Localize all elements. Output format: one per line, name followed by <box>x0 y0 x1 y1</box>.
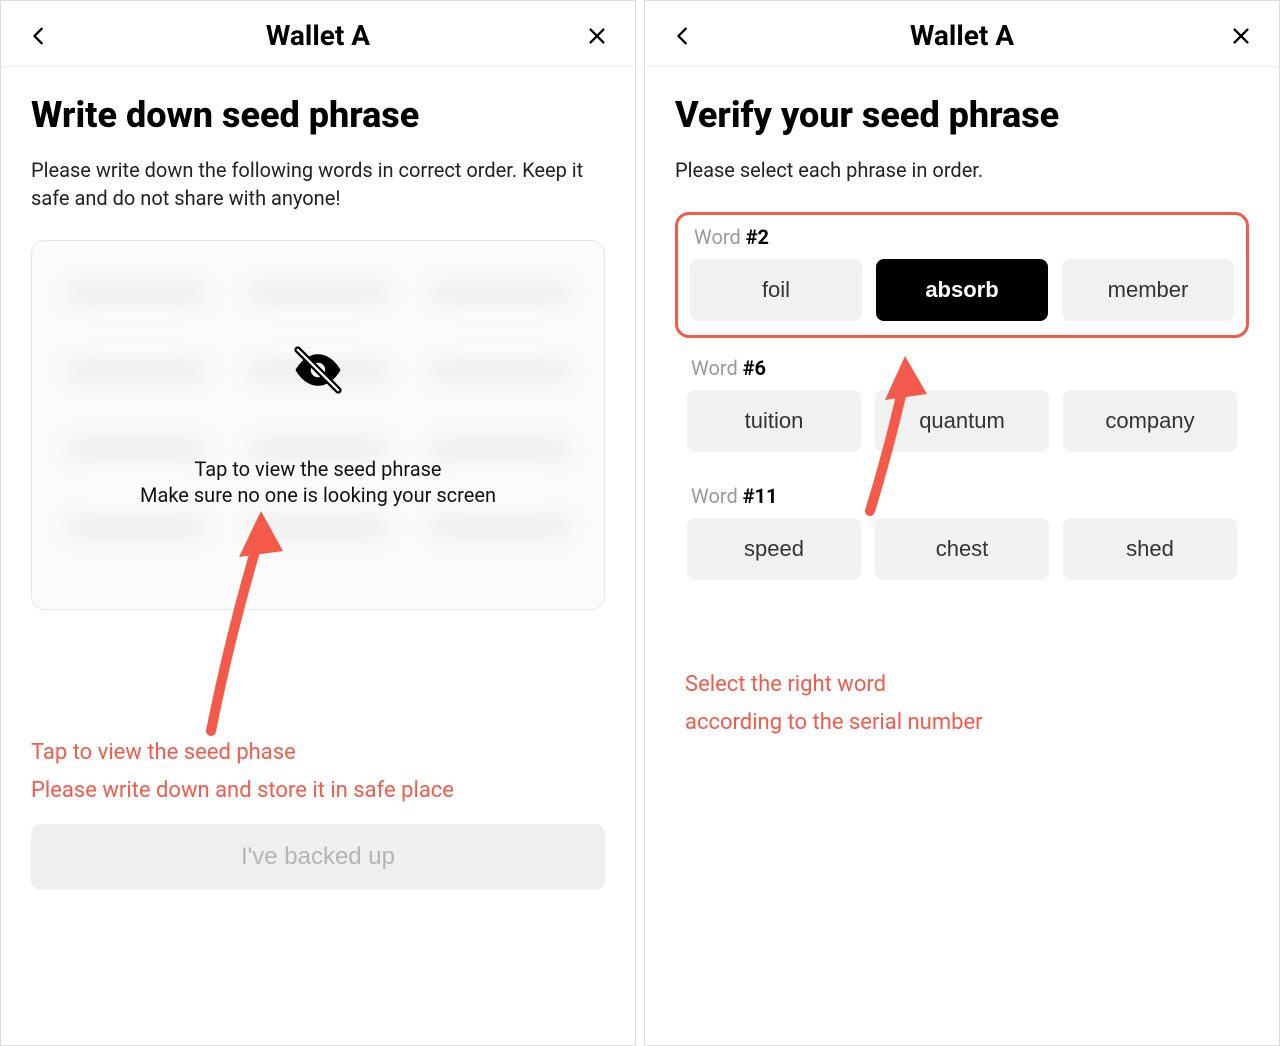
options-row: tuitionquantumcompany <box>687 390 1237 452</box>
screen-write-seed: Wallet A Write down seed phrase Please w… <box>0 0 636 1046</box>
word-label: Word #11 <box>687 484 1237 508</box>
annotation-line2: according to the serial number <box>685 708 1249 738</box>
option-chest[interactable]: chest <box>875 518 1049 580</box>
content: Verify your seed phrase Please select ea… <box>645 67 1279 1045</box>
annotation-block: Select the right word according to the s… <box>675 662 1249 737</box>
content: Write down seed phrase Please write down… <box>1 67 635 1045</box>
word-prefix: Word <box>691 484 743 508</box>
close-icon <box>586 25 608 47</box>
options-row: foilabsorbmember <box>690 259 1234 321</box>
annotation-block: Tap to view the seed phase Please write … <box>31 730 605 805</box>
annotation-line1: Tap to view the seed phase <box>31 738 605 768</box>
close-button[interactable] <box>1227 22 1255 50</box>
header-title: Wallet A <box>266 19 370 52</box>
option-tuition[interactable]: tuition <box>687 390 861 452</box>
word-block-11: Word #11 speedchestshed <box>675 474 1249 594</box>
chevron-left-icon <box>28 25 50 47</box>
annotation-line1: Select the right word <box>685 670 1249 700</box>
header: Wallet A <box>645 1 1279 67</box>
overlay-line1: Tap to view the seed phrase <box>194 457 441 481</box>
option-speed[interactable]: speed <box>687 518 861 580</box>
page-title: Write down seed phrase <box>31 95 605 136</box>
close-button[interactable] <box>583 22 611 50</box>
seed-phrase-card[interactable]: Tap to view the seed phrase Make sure no… <box>31 240 605 610</box>
chevron-left-icon <box>672 25 694 47</box>
annotation-line2: Please write down and store it in safe p… <box>31 776 605 806</box>
word-number: #6 <box>743 356 766 380</box>
screen-verify-seed: Wallet A Verify your seed phrase Please … <box>644 0 1280 1046</box>
backed-up-button[interactable]: I've backed up <box>31 824 605 890</box>
option-absorb[interactable]: absorb <box>876 259 1048 321</box>
word-block-6: Word #6 tuitionquantumcompany <box>675 346 1249 466</box>
option-member[interactable]: member <box>1062 259 1234 321</box>
page-title: Verify your seed phrase <box>675 95 1249 136</box>
word-number: #11 <box>743 484 778 508</box>
word-block-2: Word #2 foilabsorbmember <box>675 212 1249 338</box>
option-foil[interactable]: foil <box>690 259 862 321</box>
eye-off-icon <box>291 343 345 397</box>
option-quantum[interactable]: quantum <box>875 390 1049 452</box>
back-button[interactable] <box>669 22 697 50</box>
word-label: Word #6 <box>687 356 1237 380</box>
word-prefix: Word <box>694 225 746 249</box>
page-subtitle: Please select each phrase in order. <box>675 156 1249 184</box>
header-title: Wallet A <box>910 19 1014 52</box>
options-row: speedchestshed <box>687 518 1237 580</box>
back-button[interactable] <box>25 22 53 50</box>
word-prefix: Word <box>691 356 743 380</box>
word-blocks: Word #2 foilabsorbmember Word #6 tuitionqua… <box>675 212 1249 602</box>
page-subtitle: Please write down the following words in… <box>31 156 605 212</box>
overlay-line2: Make sure no one is looking your screen <box>140 483 496 507</box>
word-number: #2 <box>746 225 769 249</box>
header: Wallet A <box>1 1 635 67</box>
word-label: Word #2 <box>690 225 1234 249</box>
option-shed[interactable]: shed <box>1063 518 1237 580</box>
seed-overlay: Tap to view the seed phrase Make sure no… <box>32 241 604 609</box>
close-icon <box>1230 25 1252 47</box>
option-company[interactable]: company <box>1063 390 1237 452</box>
